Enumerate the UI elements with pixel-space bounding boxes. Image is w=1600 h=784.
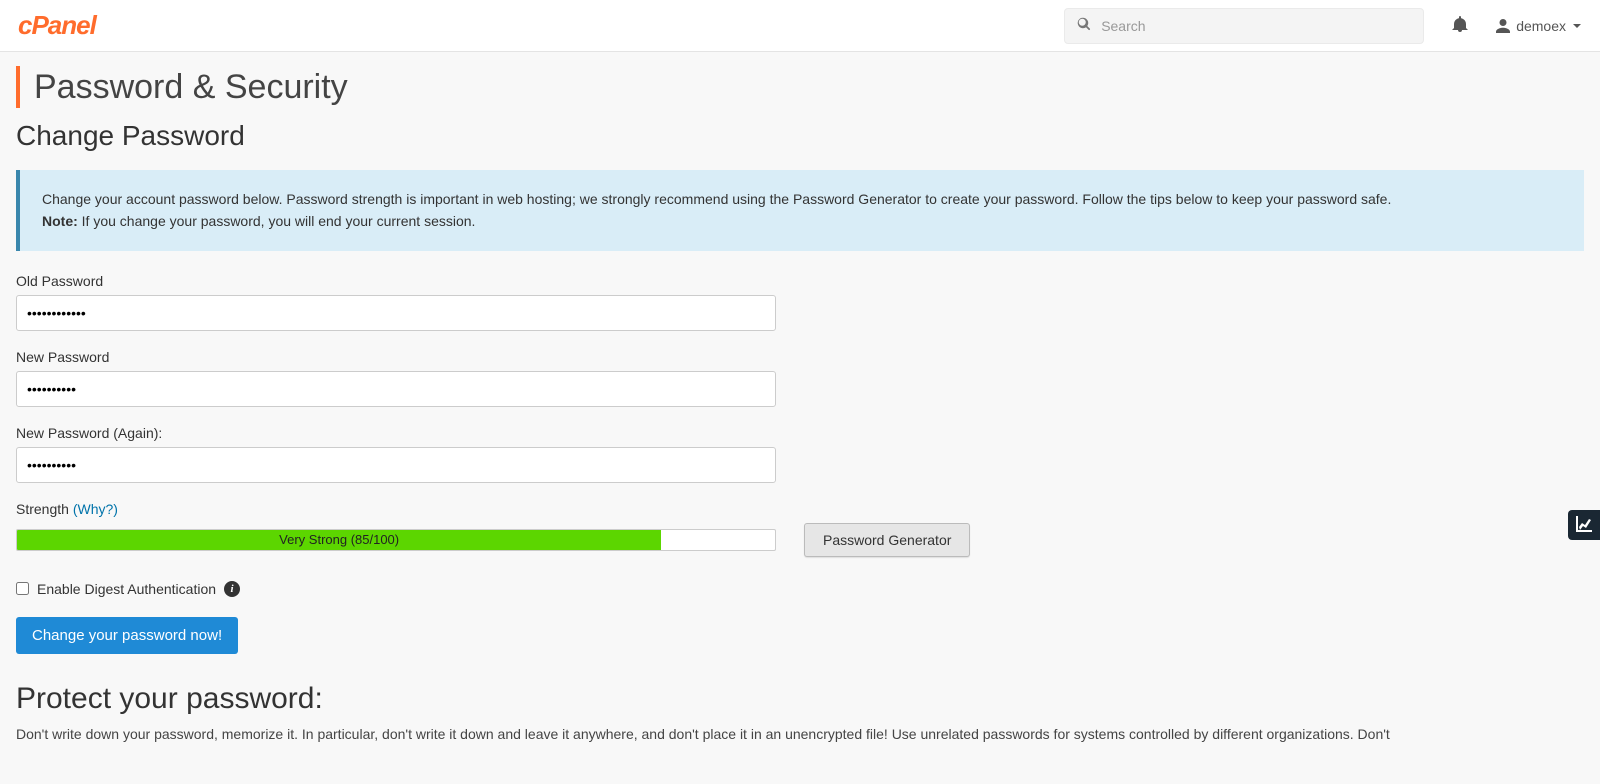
new-password-label: New Password xyxy=(16,349,1584,365)
old-password-label: Old Password xyxy=(16,273,1584,289)
search-icon xyxy=(1077,17,1101,34)
new-password-input[interactable] xyxy=(16,371,776,407)
user-menu[interactable]: demoex xyxy=(1496,18,1582,34)
digest-auth-label: Enable Digest Authentication xyxy=(37,581,216,597)
protect-body: Don't write down your password, memorize… xyxy=(16,724,1584,745)
strength-text: Very Strong (85/100) xyxy=(279,532,399,547)
bell-icon xyxy=(1452,16,1468,35)
search-input[interactable] xyxy=(1101,18,1411,34)
callout-note-text: If you change your password, you will en… xyxy=(78,213,476,229)
digest-auth-checkbox[interactable] xyxy=(16,582,29,595)
search-container[interactable] xyxy=(1064,8,1424,44)
callout-text: Change your account password below. Pass… xyxy=(42,188,1562,210)
section-title: Change Password xyxy=(16,120,1584,152)
protect-title: Protect your password: xyxy=(16,682,1584,716)
user-icon xyxy=(1496,19,1510,33)
strength-meter-fill: Very Strong (85/100) xyxy=(17,530,661,550)
confirm-password-input[interactable] xyxy=(16,447,776,483)
callout-note-label: Note: xyxy=(42,213,78,229)
password-generator-button[interactable]: Password Generator xyxy=(804,523,970,557)
notifications-button[interactable] xyxy=(1452,16,1468,35)
confirm-password-label: New Password (Again): xyxy=(16,425,1584,441)
stats-side-tab[interactable] xyxy=(1568,510,1600,540)
top-bar: cPanel demoex xyxy=(0,0,1600,52)
strength-label: Strength (Why?) xyxy=(16,501,1584,517)
old-password-input[interactable] xyxy=(16,295,776,331)
username-label: demoex xyxy=(1516,18,1566,34)
title-accent-bar xyxy=(16,66,20,108)
cpanel-logo[interactable]: cPanel xyxy=(18,10,96,41)
caret-down-icon xyxy=(1572,21,1582,31)
page-title: Password & Security xyxy=(34,68,348,107)
info-icon[interactable]: i xyxy=(224,581,240,597)
chart-icon xyxy=(1576,516,1592,535)
strength-meter: Very Strong (85/100) xyxy=(16,529,776,551)
strength-why-link[interactable]: (Why?) xyxy=(73,501,118,517)
submit-button[interactable]: Change your password now! xyxy=(16,617,238,654)
info-callout: Change your account password below. Pass… xyxy=(16,170,1584,251)
